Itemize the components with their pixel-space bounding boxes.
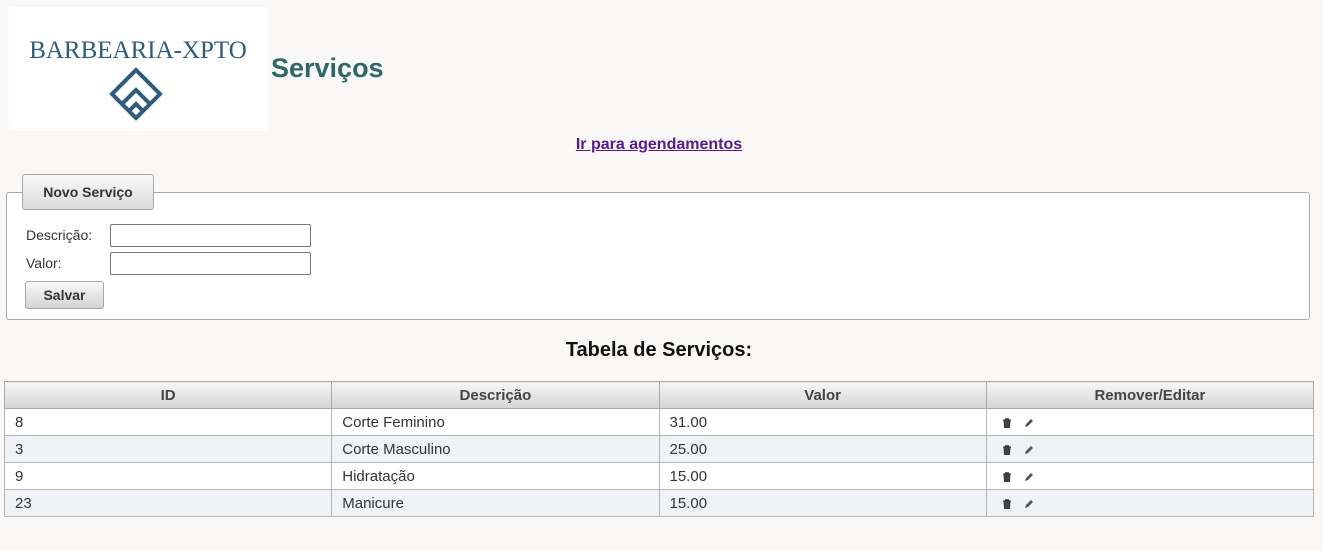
- schedule-link[interactable]: Ir para agendamentos: [0, 136, 1318, 154]
- pencil-icon[interactable]: [1023, 444, 1035, 456]
- services-table: ID Descrição Valor Remover/Editar 8 Cort…: [3, 381, 1315, 517]
- pencil-icon[interactable]: [1023, 471, 1035, 483]
- table-title: Tabela de Serviços:: [565, 339, 753, 361]
- cell-actions: [985, 408, 1315, 436]
- save-button[interactable]: Salvar: [25, 281, 104, 309]
- cell-id: 23: [3, 489, 333, 517]
- cell-id: 9: [3, 462, 333, 490]
- page: BARBEARIA-XPTO Serviços Ir para agendame…: [0, 0, 1323, 551]
- cell-id: 3: [3, 435, 333, 463]
- cell-description: Corte Feminino: [331, 408, 660, 436]
- cell-id: 8: [3, 408, 333, 436]
- new-service-legend: Novo Serviço: [22, 174, 154, 210]
- trash-icon[interactable]: [1001, 498, 1013, 510]
- trash-icon[interactable]: [1001, 471, 1013, 483]
- logo-text: BARBEARIA-XPTO: [29, 37, 247, 64]
- page-title: Serviços: [271, 53, 384, 83]
- column-header-actions: Remover/Editar: [985, 381, 1315, 409]
- column-header-id: ID: [3, 381, 333, 409]
- cell-value: 25.00: [658, 435, 987, 463]
- cell-value: 31.00: [658, 408, 987, 436]
- table-row: 23 Manicure 15.00: [3, 489, 1315, 517]
- column-header-value: Valor: [658, 381, 987, 409]
- pencil-icon[interactable]: [1023, 498, 1035, 510]
- trash-icon[interactable]: [1001, 417, 1013, 429]
- table-row: 3 Corte Masculino 25.00: [3, 435, 1315, 463]
- cell-description: Hidratação: [331, 462, 660, 490]
- cell-actions: [985, 435, 1315, 463]
- cell-description: Manicure: [331, 489, 660, 517]
- value-input[interactable]: [110, 252, 311, 275]
- logo-diamond-icon: [109, 67, 163, 121]
- cell-actions: [985, 489, 1315, 517]
- cell-description: Corte Masculino: [331, 435, 660, 463]
- table-header-row: ID Descrição Valor Remover/Editar: [3, 381, 1315, 409]
- table-row: 8 Corte Feminino 31.00: [3, 408, 1315, 436]
- description-input[interactable]: [110, 224, 311, 247]
- logo: BARBEARIA-XPTO: [9, 7, 267, 131]
- cell-actions: [985, 462, 1315, 490]
- cell-value: 15.00: [658, 462, 987, 490]
- trash-icon[interactable]: [1001, 444, 1013, 456]
- column-header-description: Descrição: [331, 381, 660, 409]
- cell-value: 15.00: [658, 489, 987, 517]
- value-label: Valor:: [26, 255, 62, 271]
- table-row: 9 Hidratação 15.00: [3, 462, 1315, 490]
- pencil-icon[interactable]: [1023, 417, 1035, 429]
- description-label: Descrição:: [26, 227, 93, 243]
